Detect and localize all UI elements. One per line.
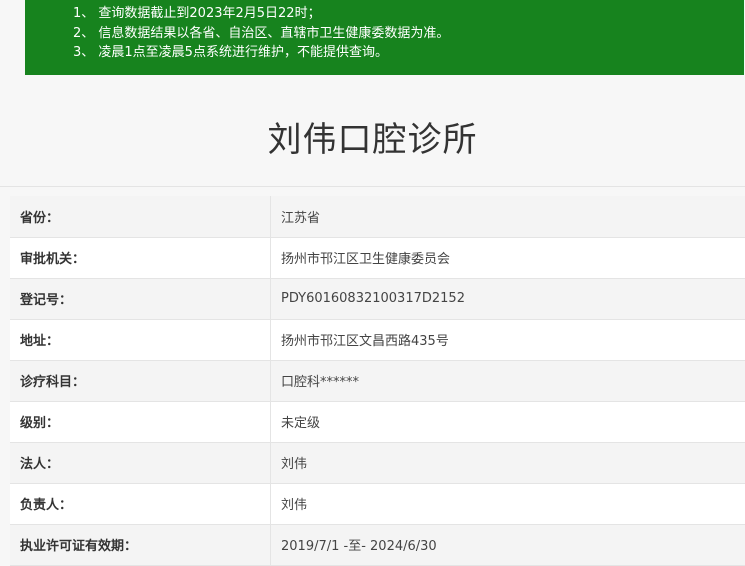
- clinic-details-table: 省份： 江苏省 审批机关： 扬州市邗江区卫生健康委员会 登记号： PDY6016…: [10, 196, 745, 566]
- table-row: 审批机关： 扬州市邗江区卫生健康委员会: [10, 237, 745, 278]
- table-row: 负责人： 刘伟: [10, 483, 745, 524]
- table-row: 地址： 扬州市邗江区文昌西路435号: [10, 319, 745, 360]
- table-row: 法人： 刘伟: [10, 442, 745, 483]
- row-label: 执业许可证有效期：: [10, 524, 271, 565]
- table-row: 执业许可证有效期： 2019/7/1 -至- 2024/6/30: [10, 524, 745, 565]
- row-value: 刘伟: [271, 483, 745, 524]
- notice-item: 3、 凌晨1点至凌晨5点系统进行维护，不能提供查询。: [73, 43, 744, 63]
- row-value: 江苏省: [271, 196, 745, 237]
- table-row: 省份： 江苏省: [10, 196, 745, 237]
- table-row: 诊疗科目： 口腔科******: [10, 360, 745, 401]
- row-value: 口腔科******: [271, 360, 745, 401]
- page-title: 刘伟口腔诊所: [0, 112, 745, 161]
- row-value: 未定级: [271, 401, 745, 442]
- row-value: 刘伟: [271, 442, 745, 483]
- row-label: 地址：: [10, 319, 271, 360]
- notice-item: 1、 查询数据截止到2023年2月5日22时；: [73, 4, 744, 24]
- row-label: 登记号：: [10, 278, 271, 319]
- row-value: 扬州市邗江区文昌西路435号: [271, 319, 745, 360]
- table-row: 级别： 未定级: [10, 401, 745, 442]
- row-value: PDY60160832100317D2152: [271, 278, 745, 319]
- divider: [0, 186, 745, 187]
- row-label: 审批机关：: [10, 237, 271, 278]
- row-value: 2019/7/1 -至- 2024/6/30: [271, 524, 745, 565]
- row-label: 诊疗科目：: [10, 360, 271, 401]
- notice-item: 2、 信息数据结果以各省、自治区、直辖市卫生健康委数据为准。: [73, 24, 744, 44]
- row-value: 扬州市邗江区卫生健康委员会: [271, 237, 745, 278]
- row-label: 法人：: [10, 442, 271, 483]
- row-label: 负责人：: [10, 483, 271, 524]
- row-label: 级别：: [10, 401, 271, 442]
- notice-banner: 1、 查询数据截止到2023年2月5日22时； 2、 信息数据结果以各省、自治区…: [25, 0, 744, 75]
- row-label: 省份：: [10, 196, 271, 237]
- table-row: 登记号： PDY60160832100317D2152: [10, 278, 745, 319]
